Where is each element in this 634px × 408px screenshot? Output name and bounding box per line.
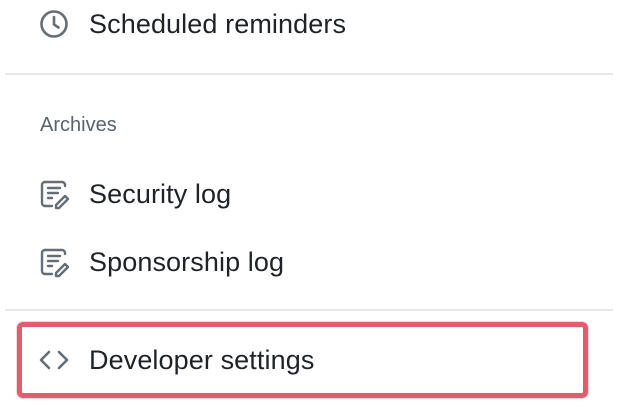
menu-item-label: Sponsorship log: [89, 246, 285, 277]
clock-icon: [37, 7, 71, 41]
menu-item-security-log[interactable]: Security log: [0, 170, 634, 218]
menu-item-label: Developer settings: [89, 344, 315, 375]
code-icon: [37, 343, 71, 377]
menu-item-developer-settings[interactable]: Developer settings: [0, 336, 634, 384]
section-divider: [5, 309, 613, 311]
menu-item-sponsorship-log[interactable]: Sponsorship log: [0, 238, 634, 286]
log-icon: [37, 245, 71, 279]
section-divider: [5, 73, 613, 75]
menu-item-label: Scheduled reminders: [89, 8, 347, 39]
menu-item-scheduled-reminders[interactable]: Scheduled reminders: [0, 0, 634, 48]
menu-item-label: Security log: [89, 178, 232, 209]
section-heading-archives: Archives: [40, 114, 117, 136]
log-icon: [37, 177, 71, 211]
